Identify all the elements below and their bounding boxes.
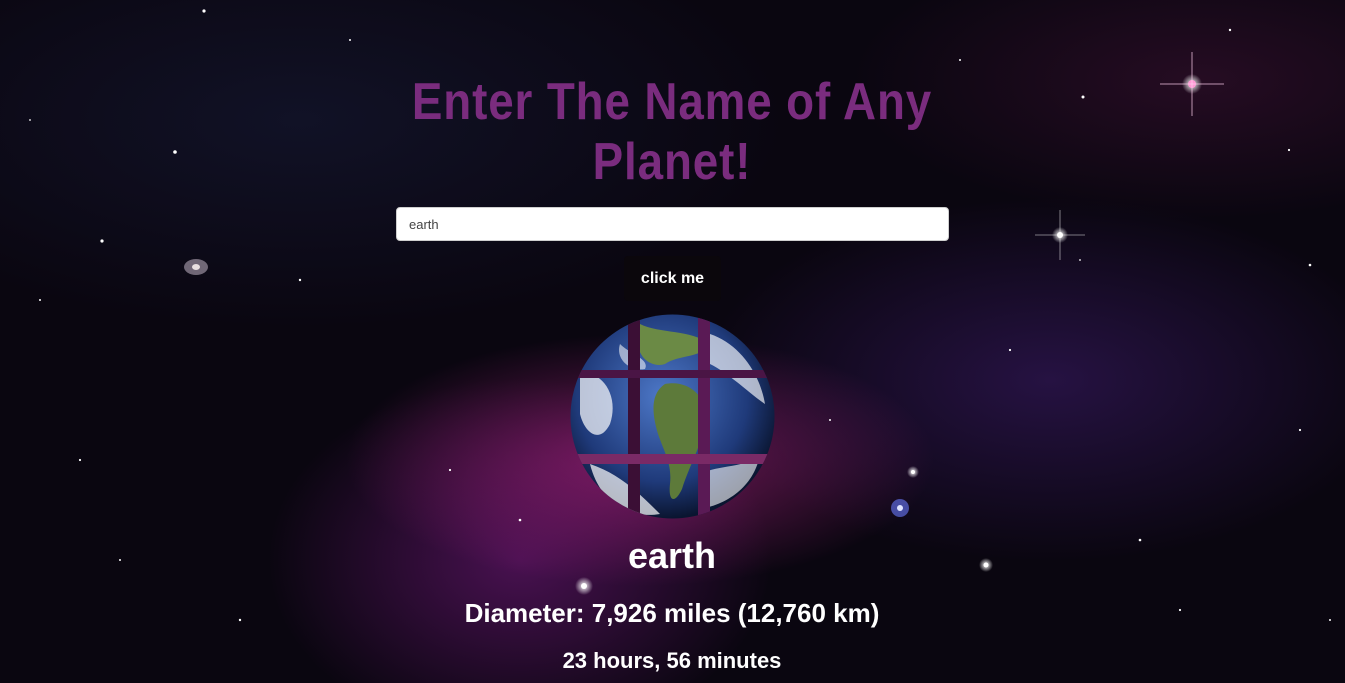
planet-diameter: Diameter: 7,926 miles (12,760 km)	[464, 598, 880, 628]
planet-day-length: 23 hours, 56 minutes	[562, 648, 782, 673]
planet-search-input[interactable]	[396, 207, 949, 241]
planet-name: earth	[627, 535, 717, 576]
submit-button[interactable]: click me	[624, 256, 721, 301]
page-title: Enter The Name of Any Planet!	[411, 73, 933, 191]
earth-planet-image	[570, 314, 775, 519]
